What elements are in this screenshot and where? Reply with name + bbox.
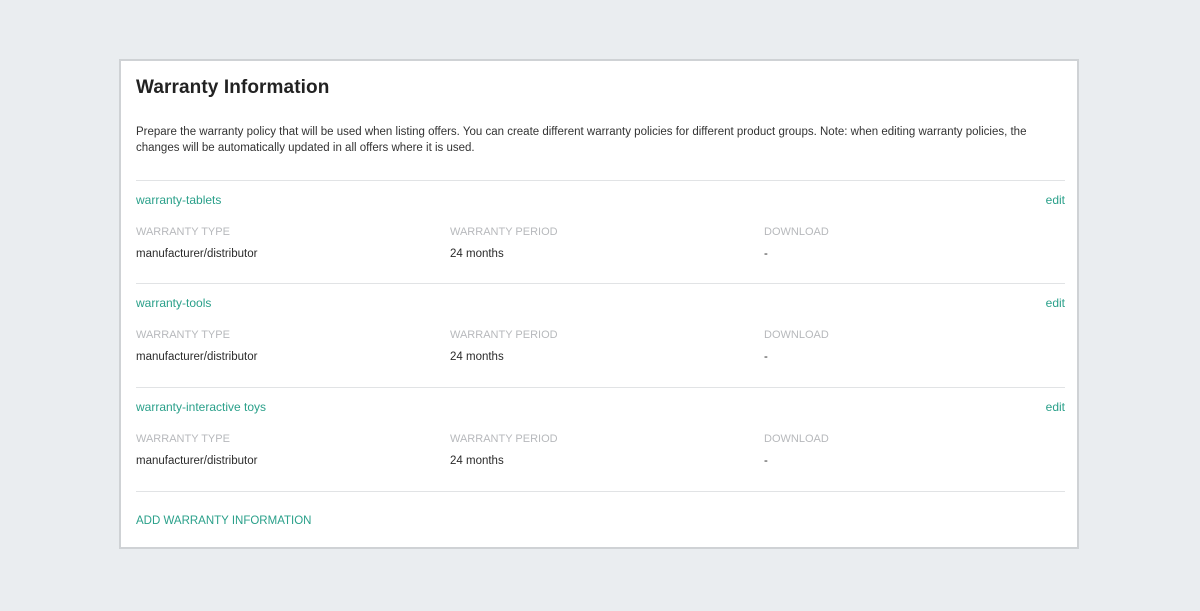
warranty-type-label: WARRANTY TYPE (136, 226, 230, 238)
download-column: DOWNLOAD - (764, 225, 829, 261)
warranty-period-column: WARRANTY PERIOD 24 months (450, 432, 558, 468)
warranty-name[interactable]: warranty-tablets (136, 193, 221, 207)
warranty-period-column: WARRANTY PERIOD 24 months (450, 225, 558, 261)
warranty-period-value: 24 months (450, 248, 504, 260)
download-label: DOWNLOAD (764, 329, 829, 341)
edit-link[interactable]: edit (1046, 296, 1065, 310)
download-column: DOWNLOAD - (764, 328, 829, 364)
divider (136, 491, 1065, 493)
warranty-type-column: WARRANTY TYPE manufacturer/distributor (136, 225, 257, 261)
warranty-type-label: WARRANTY TYPE (136, 433, 230, 445)
warranty-period-label: WARRANTY PERIOD (450, 226, 558, 238)
download-label: DOWNLOAD (764, 226, 829, 238)
warranty-period-value: 24 months (450, 351, 504, 363)
warranty-section: warranty-interactive toys edit WARRANTY … (136, 387, 1065, 492)
warranty-period-column: WARRANTY PERIOD 24 months (450, 328, 558, 364)
warranty-period-label: WARRANTY PERIOD (450, 433, 558, 445)
warranty-type-value: manufacturer/distributor (136, 248, 258, 260)
warranty-type-value: manufacturer/distributor (136, 351, 258, 363)
warranty-period-value: 24 months (450, 455, 504, 467)
download-value: - (764, 351, 768, 363)
warranty-section: warranty-tablets edit WARRANTY TYPE manu… (136, 180, 1065, 285)
warranty-name[interactable]: warranty-interactive toys (136, 400, 266, 414)
download-column: DOWNLOAD - (764, 432, 829, 468)
download-value: - (764, 248, 768, 260)
page-title: Warranty Information (136, 77, 330, 98)
edit-link[interactable]: edit (1046, 193, 1065, 207)
download-value: - (764, 455, 768, 467)
warranty-card: Warranty Information Prepare the warrant… (119, 59, 1079, 549)
warranty-section: warranty-tools edit WARRANTY TYPE manufa… (136, 283, 1065, 388)
warranty-name[interactable]: warranty-tools (136, 296, 211, 310)
warranty-type-column: WARRANTY TYPE manufacturer/distributor (136, 432, 257, 468)
download-label: DOWNLOAD (764, 433, 829, 445)
add-warranty-link[interactable]: ADD WARRANTY INFORMATION (136, 515, 311, 527)
warranty-type-column: WARRANTY TYPE manufacturer/distributor (136, 328, 257, 364)
description-text: Prepare the warranty policy that will be… (136, 126, 1027, 154)
edit-link[interactable]: edit (1046, 400, 1065, 414)
warranty-type-value: manufacturer/distributor (136, 455, 258, 467)
warranty-type-label: WARRANTY TYPE (136, 329, 230, 341)
warranty-period-label: WARRANTY PERIOD (450, 329, 558, 341)
